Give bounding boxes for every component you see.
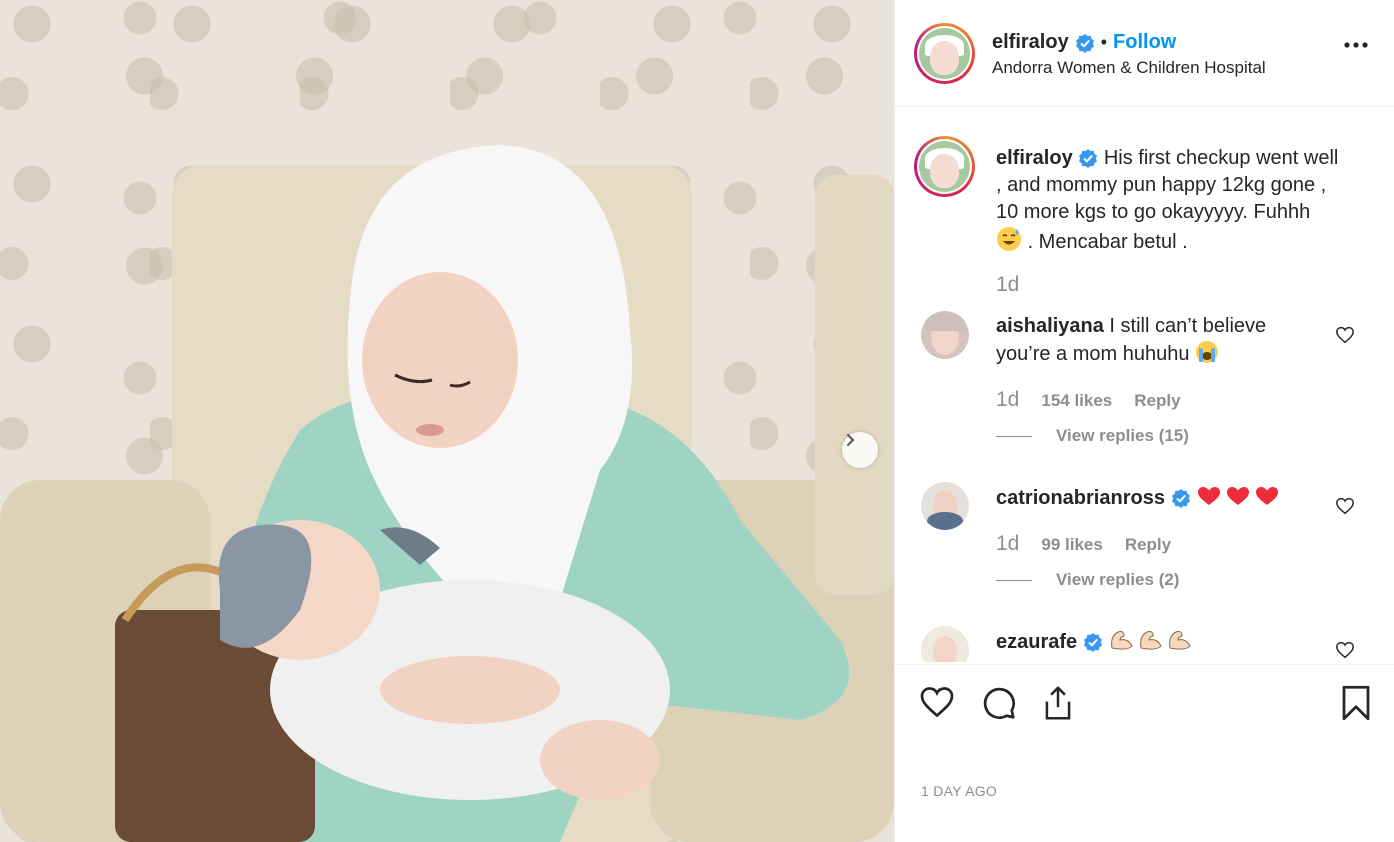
comment-line-2: you’re a mom huhuhu: [996, 343, 1190, 365]
post-actions: 1 DAY AGO: [895, 664, 1394, 842]
caption-line-2: , and mommy pun happy 12kg gone ,: [996, 174, 1327, 196]
sweat-smile-emoji-icon: [997, 227, 1021, 251]
reply-button[interactable]: Reply: [1125, 535, 1171, 555]
more-options-icon[interactable]: [1343, 40, 1369, 50]
post-side-panel: elfiraloy • Follow Andorra Women & Child…: [894, 0, 1394, 842]
replies-divider: [996, 579, 1032, 581]
author-username[interactable]: elfiraloy: [992, 31, 1069, 54]
commenter-username[interactable]: ezaurafe: [996, 631, 1077, 653]
comment-likes[interactable]: 154 likes: [1041, 391, 1112, 411]
verified-badge-icon: [1171, 489, 1190, 508]
caption-line-3: 10 more kgs to go okayyyyy. Fuhhh: [996, 201, 1311, 223]
comment-text: catrionabrianross: [996, 484, 1356, 512]
replies-divider: [996, 435, 1032, 437]
share-icon[interactable]: [1041, 685, 1075, 721]
caption-time[interactable]: 1d: [996, 273, 1019, 297]
caption-line-4: . Mencabar betul .: [1027, 231, 1188, 253]
caption-avatar[interactable]: [914, 136, 975, 197]
caption-line-1: His first checkup went well: [1103, 147, 1339, 169]
comment-meta: 1d 154 likes Reply: [996, 388, 1181, 412]
caption-meta: 1d: [996, 273, 1019, 297]
follow-button[interactable]: Follow: [1113, 31, 1176, 54]
verified-badge-icon: [1079, 149, 1098, 168]
bookmark-icon[interactable]: [1341, 685, 1371, 721]
flexed-biceps-emoji-icon: [1111, 631, 1191, 650]
comment-line-1: I still can’t believe: [1109, 315, 1267, 337]
caption-text: elfiraloy His first checkup went well , …: [996, 145, 1356, 256]
photo-illustration: [0, 145, 894, 842]
view-replies-label: View replies (15): [1056, 426, 1189, 445]
caption-username[interactable]: elfiraloy: [996, 147, 1073, 169]
author-avatar[interactable]: [914, 23, 975, 84]
verified-badge-icon: [1083, 633, 1102, 652]
view-replies-button[interactable]: View replies (15): [996, 426, 1189, 446]
next-photo-button[interactable]: [842, 432, 878, 468]
view-replies-button[interactable]: View replies (2): [996, 570, 1179, 590]
view-replies-label: View replies (2): [1056, 570, 1180, 589]
comment-time[interactable]: 1d: [996, 388, 1019, 412]
next-arrow-icon: [847, 434, 855, 446]
like-comment-heart-icon[interactable]: [1335, 326, 1355, 344]
comment-text: ezaurafe: [996, 628, 1356, 656]
comment-meta: 1d 99 likes Reply: [996, 532, 1171, 556]
heart-icon[interactable]: [919, 685, 955, 719]
like-comment-heart-icon[interactable]: [1335, 497, 1355, 515]
like-comment-heart-icon[interactable]: [1335, 641, 1355, 659]
author-line: elfiraloy • Follow: [992, 31, 1176, 54]
reply-button[interactable]: Reply: [1134, 391, 1180, 411]
crying-face-emoji-icon: [1196, 341, 1219, 363]
comment-time[interactable]: 1d: [996, 532, 1019, 556]
separator-dot: •: [1100, 32, 1108, 52]
location-link[interactable]: Andorra Women & Children Hospital: [992, 58, 1266, 78]
verified-badge-icon: [1075, 33, 1094, 53]
commenter-username[interactable]: aishaliyana: [996, 315, 1104, 337]
commenter-username[interactable]: catrionabrianross: [996, 487, 1165, 509]
post-header: elfiraloy • Follow Andorra Women & Child…: [895, 0, 1394, 107]
commenter-avatar[interactable]: [921, 626, 969, 662]
comments-list[interactable]: elfiraloy His first checkup went well , …: [895, 108, 1394, 662]
post-photo[interactable]: [0, 0, 894, 842]
comment-likes[interactable]: 99 likes: [1041, 535, 1102, 555]
commenter-avatar[interactable]: [921, 482, 969, 530]
commenter-avatar[interactable]: [921, 311, 969, 359]
red-hearts-emoji-icon: [1198, 487, 1279, 505]
post-date[interactable]: 1 DAY AGO: [921, 783, 997, 799]
comment-icon[interactable]: [981, 685, 1017, 721]
comment-text: aishaliyana I still can’t believe you’re…: [996, 313, 1356, 368]
